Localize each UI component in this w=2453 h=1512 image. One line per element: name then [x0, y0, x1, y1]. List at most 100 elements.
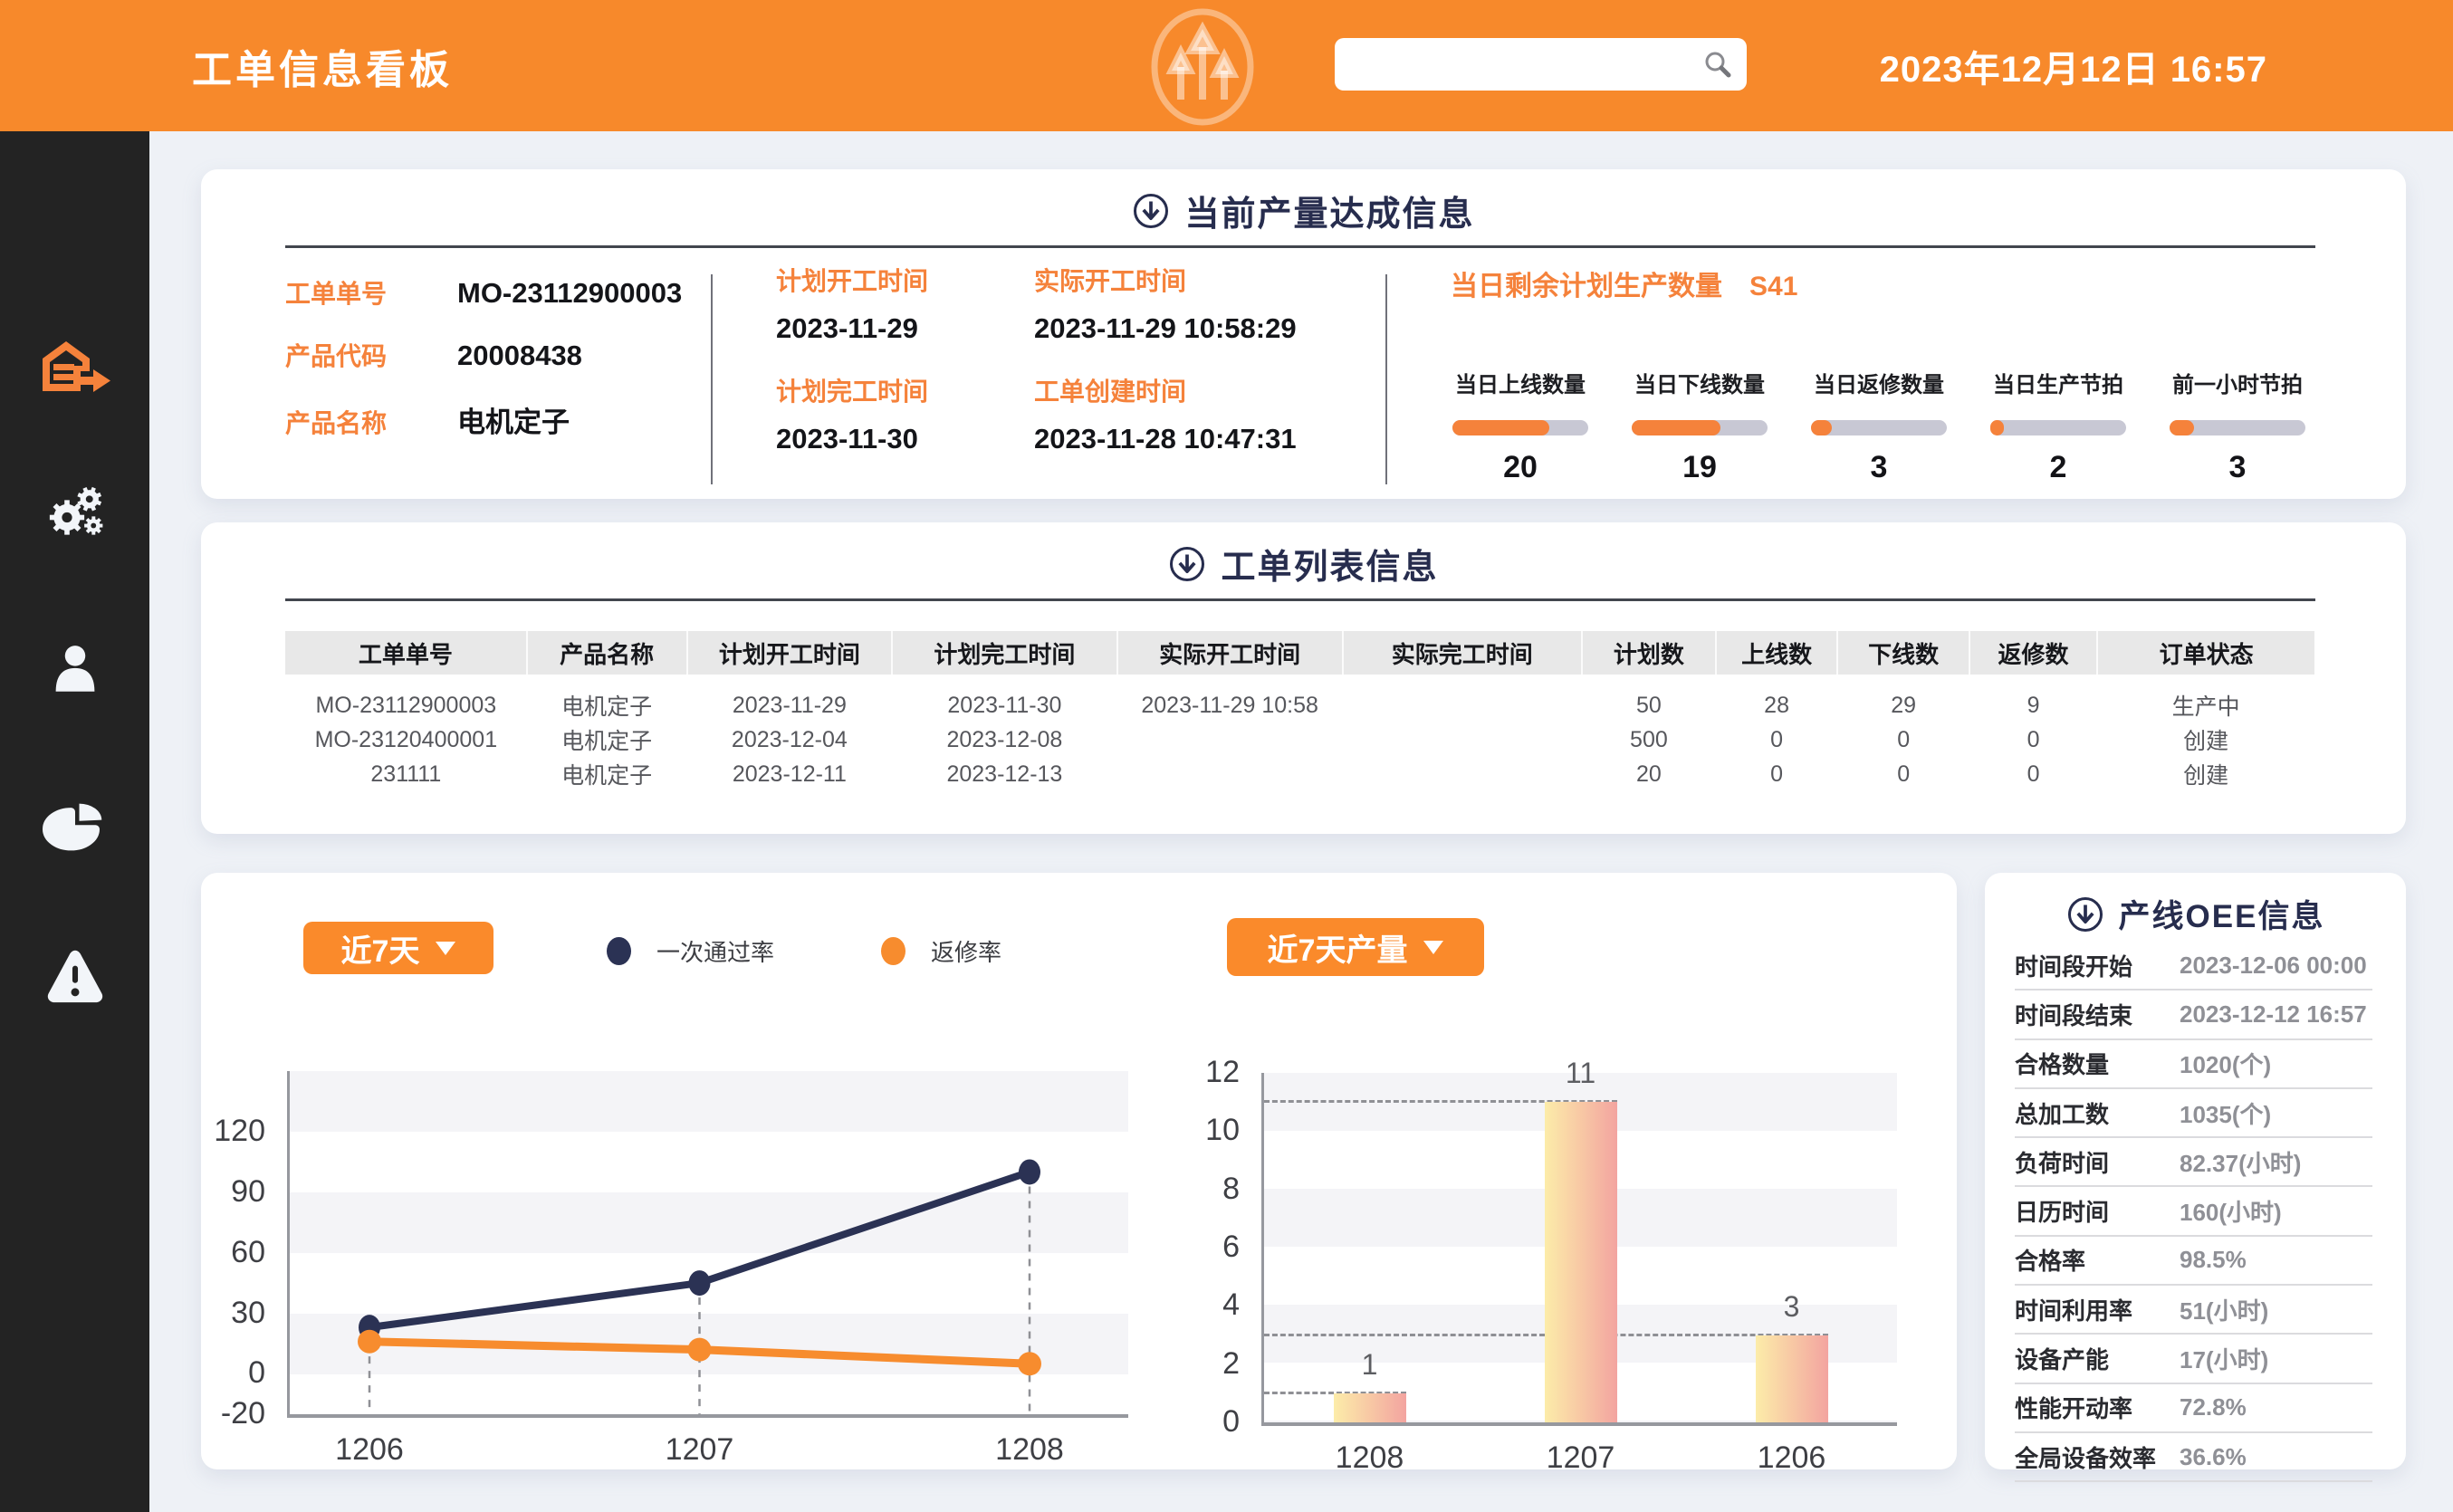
line-chart-plot: -200306090120120612071208 [287, 1071, 1128, 1418]
table-cell: 0 [1716, 723, 1837, 757]
production-card-title: 当前产量达成信息 [1184, 186, 1474, 235]
schedule-fields: 计划开工时间2023-11-29实际开工时间 2023-11-29 10:58:2… [776, 262, 1414, 483]
oee-metric-label: 合格数量 [2015, 1047, 2180, 1080]
charts-card: 近7天 一次通过率 返修率 -200306090120120612071208 … [201, 873, 1957, 1469]
column-header: 返修数 [1969, 631, 2097, 675]
y-axis-tick: 60 [168, 1235, 265, 1270]
oee-metric-row: 日历时间160(小时) [2015, 1187, 2372, 1236]
y-axis-tick: 0 [168, 1355, 265, 1391]
table-cell: 创建 [2097, 723, 2314, 757]
oee-metric-value: 17(小时) [2180, 1342, 2268, 1375]
sidebar-item-alerts[interactable] [39, 944, 111, 1010]
table-cell [1343, 723, 1582, 757]
x-axis-tick: 1208 [966, 1432, 1093, 1468]
oee-metric-label: 负荷时间 [2015, 1145, 2180, 1179]
column-header: 下线数 [1837, 631, 1969, 675]
stat-value: 2 [1969, 450, 2148, 485]
stat-progress-fill [2170, 420, 2194, 435]
info-field: 产品代码20008438 [285, 337, 682, 399]
circle-down-arrow-icon [1132, 192, 1170, 230]
field-value: 电机定子 [457, 399, 570, 440]
table-cell: 生产中 [2097, 675, 2314, 723]
production-range-dropdown-button[interactable]: 近7天产量 [1227, 918, 1484, 976]
sidebar-item-settings[interactable] [39, 481, 111, 546]
table-cell [1117, 757, 1343, 791]
stat-label: 当日生产节拍 [1969, 367, 2148, 398]
sidebar-item-reports[interactable] [39, 790, 111, 856]
production-bar [1334, 1393, 1406, 1422]
daily-stat: 当日返修数量3 [1789, 367, 1969, 485]
y-axis-tick: 30 [168, 1296, 265, 1331]
stat-progress-fill [1990, 420, 2004, 435]
table-row: MO-23120400001电机定子2023-12-042023-12-0850… [285, 723, 2314, 757]
oee-metric-row: 负荷时间82.37(小时) [2015, 1138, 2372, 1187]
oee-metric-row: 总加工数1035(个) [2015, 1089, 2372, 1138]
stat-progress-fill [1452, 420, 1549, 435]
oee-metric-row: 合格率98.5% [2015, 1237, 2372, 1286]
search-input[interactable] [1335, 38, 1719, 91]
x-axis-tick: 1206 [1729, 1440, 1855, 1476]
sidebar-item-user[interactable] [39, 636, 111, 702]
oee-metric-label: 全局设备效率 [2015, 1440, 2180, 1474]
table-cell: 2023-12-13 [892, 757, 1117, 791]
circle-down-arrow-icon [1168, 545, 1206, 583]
rework-dot-icon [881, 937, 906, 965]
oee-metric-value: 72.8% [2180, 1393, 2247, 1421]
table-cell: 0 [1837, 723, 1969, 757]
chevron-down-icon [1423, 941, 1443, 954]
column-header: 计划开工时间 [687, 631, 892, 675]
oee-metric-row: 全局设备效率36.6% [2015, 1433, 2372, 1482]
oee-card-title: 产线OEE信息 [2119, 891, 2325, 937]
field-value: 20008438 [457, 340, 582, 372]
range-dropdown-button[interactable]: 近7天 [303, 922, 493, 974]
production-bar [1545, 1102, 1617, 1422]
table-cell: 20 [1582, 757, 1716, 791]
schedule-field: 实际开工时间 2023-11-29 10:58:29 [1034, 262, 1414, 372]
search-icon[interactable] [1703, 50, 1732, 79]
y-axis-tick: 120 [168, 1114, 265, 1149]
app-header: 工单信息看板 2023年12月12日 16:57 [0, 0, 2453, 131]
page-title: 工单信息看板 [192, 37, 453, 95]
divider [711, 274, 713, 484]
bar-value-label: 11 [1540, 1057, 1622, 1090]
stat-progress-track [1452, 420, 1588, 435]
y-axis-tick: 0 [1142, 1404, 1240, 1440]
table-cell: 2023-12-08 [892, 723, 1117, 757]
stat-label: 前一小时节拍 [2148, 367, 2327, 398]
oee-metric-value: 98.5% [2180, 1246, 2247, 1274]
work-order-icon [39, 335, 111, 400]
stat-progress-track [2170, 420, 2305, 435]
stat-value: 20 [1431, 450, 1610, 485]
table-row: MO-23112900003电机定子2023-11-292023-11-3020… [285, 675, 2314, 723]
field-label: 实际开工时间 [1034, 262, 1414, 298]
user-icon [39, 636, 111, 702]
table-cell: MO-23112900003 [285, 675, 527, 723]
bar-chart-plot: 1120811120731206024681012 [1261, 1073, 1897, 1426]
oee-metric-row: 时间段开始2023-12-06 00:00 [2015, 942, 2372, 990]
divider [1385, 274, 1387, 484]
x-axis-tick: 1207 [637, 1432, 763, 1468]
line-chart-svg [290, 1071, 1128, 1414]
production-summary-card: 当前产量达成信息 工单单号MO-23112900003产品代码20008438产… [201, 169, 2406, 499]
stat-progress-track [1632, 420, 1768, 435]
field-label: 产品名称 [285, 404, 457, 440]
table-cell [1343, 757, 1582, 791]
oee-metric-value: 36.6% [2180, 1443, 2247, 1471]
field-label: 计划完工时间 [776, 372, 1034, 408]
work-orders-table: 工单单号产品名称计划开工时间计划完工时间实际开工时间实际完工时间计划数上线数下线… [285, 631, 2314, 791]
header-datetime: 2023年12月12日 16:57 [1880, 40, 2267, 92]
oee-metric-value: 2023-12-06 00:00 [2180, 952, 2367, 980]
oee-metric-row: 时间利用率51(小时) [2015, 1286, 2372, 1335]
field-value: 2023-11-29 10:58:29 [1034, 312, 1414, 345]
field-label: 产品代码 [285, 337, 457, 373]
y-axis-tick: 90 [168, 1174, 265, 1210]
oee-metric-label: 时间利用率 [2015, 1293, 2180, 1326]
field-value: 2023-11-28 10:47:31 [1034, 423, 1414, 455]
remaining-plan-section: 当日剩余计划生产数量S41 当日上线数量20当日下线数量19当日返修数量3当日生… [1431, 263, 2379, 485]
sidebar-item-work-orders[interactable] [39, 335, 111, 400]
column-header: 产品名称 [527, 631, 687, 675]
y-axis-tick: 12 [1142, 1055, 1240, 1090]
table-cell: 9 [1969, 675, 2097, 723]
stat-progress-fill [1632, 420, 1720, 435]
schedule-field: 计划开工时间2023-11-29 [776, 262, 1034, 372]
